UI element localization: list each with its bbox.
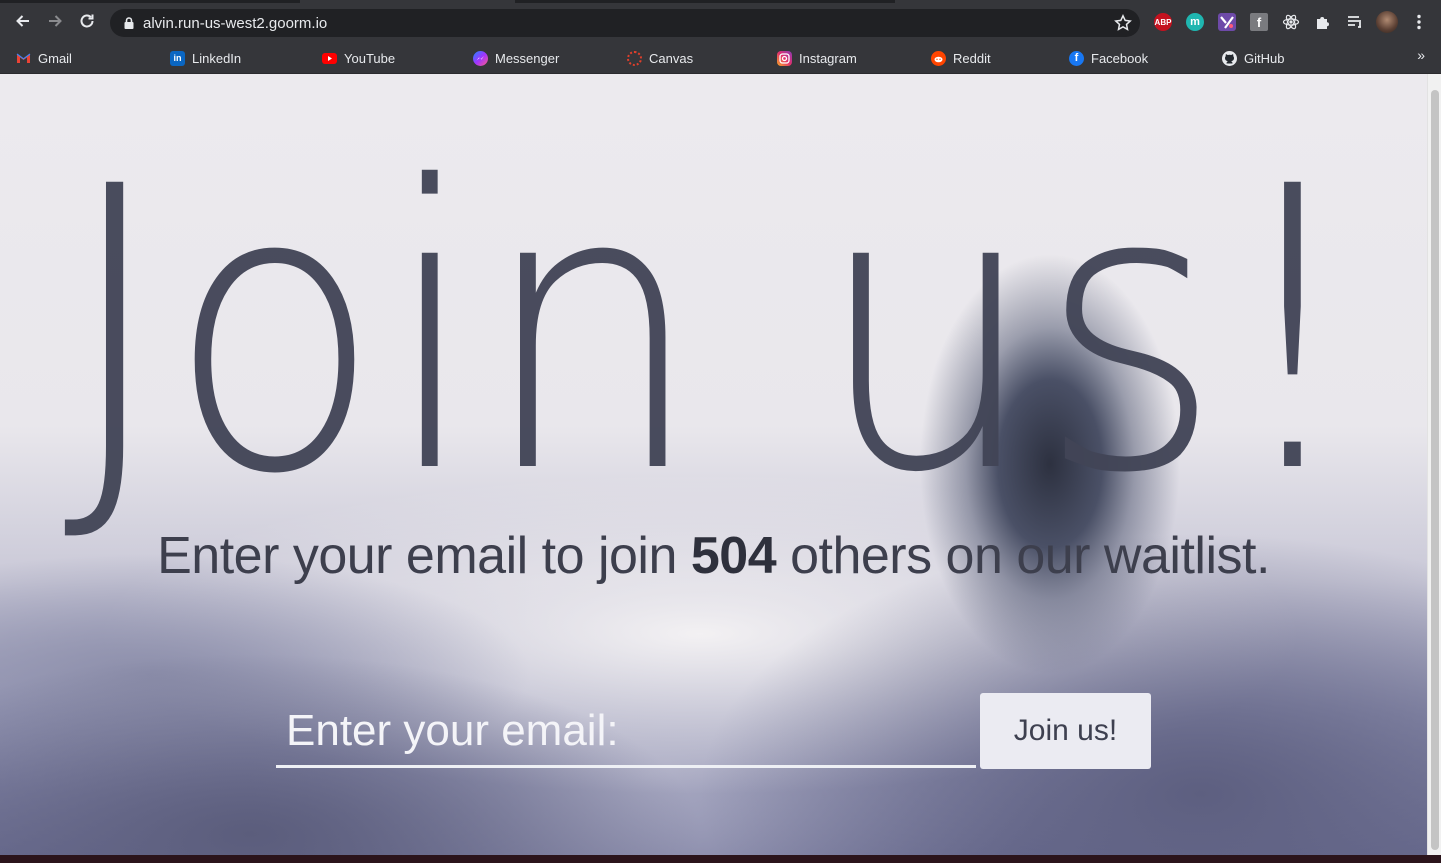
bookmark-label: Reddit [953,50,991,66]
bookmark-linkedin[interactable]: in LinkedIn [170,47,241,69]
adblock-plus-icon[interactable]: ABP [1154,13,1172,31]
puzzle-extensions-icon[interactable] [1314,13,1332,31]
bookmark-star-icon[interactable] [1114,14,1132,32]
messenger-icon [473,50,488,66]
bookmarks-bar: Gmail in LinkedIn YouTube Messenger Canv… [0,42,1441,74]
forward-icon[interactable] [45,11,65,31]
bookmark-instagram[interactable]: Instagram [777,47,857,69]
subtitle-suffix: others on our waitlist. [776,527,1270,585]
bookmark-label: YouTube [344,50,396,66]
page-hero: Join us! Enter your email to join 504 ot… [0,74,1427,855]
page-headline: Join us! [63,104,1363,558]
reload-icon[interactable] [77,11,97,31]
back-icon[interactable] [13,11,33,31]
subtitle-prefix: Enter your email to join [157,527,691,585]
bookmark-label: Instagram [799,50,857,66]
window-bottom-edge [0,855,1441,863]
waitlist-count: 504 [690,527,777,585]
lock-icon[interactable] [122,16,136,30]
bookmark-label: Messenger [495,50,560,66]
m-extension-icon[interactable]: m [1186,13,1204,31]
profile-avatar-icon[interactable] [1376,11,1398,33]
tab-strip-edge [0,0,300,3]
youtube-icon [322,52,337,64]
page-scrollbar[interactable] [1427,74,1441,855]
bookmark-canvas[interactable]: Canvas [627,47,693,69]
bookmark-youtube[interactable]: YouTube [322,47,395,69]
linkedin-icon: in [170,50,185,66]
url-text: alvin.run-us-west2.goorm.io [143,15,328,32]
bookmark-label: Canvas [649,50,694,66]
bookmark-label: Facebook [1091,50,1149,66]
github-icon [1222,50,1237,66]
f-extension-icon[interactable]: f [1250,13,1268,31]
tab-strip-edge [515,0,895,3]
browser-toolbar: alvin.run-us-west2.goorm.io ABP m f [0,0,1441,42]
instagram-icon [777,50,792,66]
gmail-icon [16,51,31,66]
bookmark-messenger[interactable]: Messenger [473,47,559,69]
reddit-icon [931,50,946,66]
bookmark-github[interactable]: GitHub [1222,47,1284,69]
more-bookmarks-chevron-icon[interactable]: » [1417,47,1425,63]
headline-svg: Join us! [63,104,1363,558]
browser-menu-icon[interactable] [1410,13,1428,31]
yahtzee-extension-icon[interactable] [1218,13,1236,31]
bookmark-reddit[interactable]: Reddit [931,47,991,69]
scrollbar-thumb[interactable] [1431,90,1439,850]
bookmark-label: LinkedIn [192,50,242,66]
join-button[interactable]: Join us! [980,693,1151,769]
facebook-icon: f [1069,50,1084,66]
bookmark-facebook[interactable]: f Facebook [1069,47,1148,69]
canvas-icon [627,50,642,66]
reading-list-icon[interactable] [1346,13,1364,31]
bookmark-label: GitHub [1244,50,1285,66]
email-input[interactable] [276,696,976,768]
bookmark-gmail[interactable]: Gmail [16,47,72,69]
bookmark-label: Gmail [38,50,72,66]
address-bar[interactable]: alvin.run-us-west2.goorm.io [110,9,1140,37]
react-devtools-icon[interactable] [1282,13,1300,31]
waitlist-subtitle: Enter your email to join 504 others on o… [0,526,1427,586]
